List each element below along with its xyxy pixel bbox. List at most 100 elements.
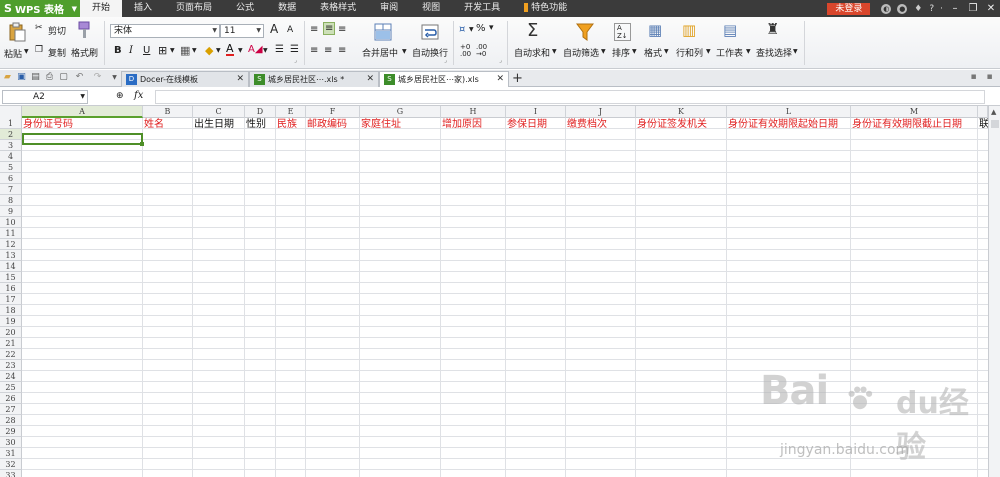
chevron-down-icon[interactable]: ▼ [706, 48, 711, 55]
cut-icon[interactable]: ✂ [35, 23, 43, 33]
underline-button[interactable]: U [143, 45, 150, 56]
scroll-up-icon[interactable]: ▲ [991, 108, 996, 116]
align-left-icon[interactable]: ≡ [310, 45, 318, 56]
formula-input[interactable] [155, 90, 985, 104]
menu-tab-6[interactable]: 审阅 [368, 0, 410, 17]
wrap-text-button[interactable]: 自动换行 [412, 46, 448, 59]
row-header-18[interactable]: 18 [0, 305, 22, 316]
border-icon[interactable]: ⊞ [158, 44, 167, 57]
header-cell-L[interactable]: 身份证有效期限起始日期 [727, 119, 838, 130]
row-header-4[interactable]: 4 [0, 151, 22, 162]
comma-style-icon[interactable]: ▾ [489, 23, 494, 33]
close-tab-icon[interactable]: ✕ [366, 72, 374, 87]
font-name-select[interactable]: 宋体 ▼ [110, 24, 220, 38]
row-header-7[interactable]: 7 [0, 184, 22, 195]
binoculars-icon[interactable]: ♜ [766, 20, 779, 38]
menu-tab-8[interactable]: 开发工具 [452, 0, 512, 17]
header-cell-K[interactable]: 身份证签发机关 [636, 119, 707, 130]
align-middle-icon[interactable]: ≡ [323, 22, 336, 35]
quick-access-dropdown-icon[interactable]: ▼ [109, 72, 120, 83]
print-icon[interactable]: ⎙ [44, 72, 55, 83]
menu-tab-0[interactable]: 开始 [80, 0, 123, 17]
row-header-30[interactable]: 30 [0, 437, 22, 448]
increase-font-button[interactable]: A [270, 22, 278, 36]
settings-icon[interactable]: ● [897, 3, 908, 14]
copy-button[interactable]: 复制 [48, 46, 66, 59]
autofilter-button[interactable]: 自动筛选 [563, 46, 599, 59]
row-header-29[interactable]: 29 [0, 426, 22, 437]
row-header-19[interactable]: 19 [0, 316, 22, 327]
row-header-24[interactable]: 24 [0, 371, 22, 382]
row-header-26[interactable]: 26 [0, 393, 22, 404]
row-header-9[interactable]: 9 [0, 206, 22, 217]
dialog-launcher-icon[interactable]: ⌟ [294, 57, 297, 64]
undo-icon[interactable]: ↶ [74, 72, 85, 83]
new-tab-button[interactable]: + [512, 71, 523, 86]
column-header-K[interactable]: K [636, 106, 727, 118]
chevron-down-icon[interactable]: ▼ [238, 47, 243, 54]
row-header-8[interactable]: 8 [0, 195, 22, 206]
row-header-1[interactable]: 1 [0, 118, 22, 129]
column-header-C[interactable]: C [193, 106, 245, 118]
row-header-3[interactable]: 3 [0, 140, 22, 151]
percent-button[interactable]: % [476, 23, 486, 34]
chevron-down-icon[interactable]: ▼ [192, 47, 197, 54]
format-button[interactable]: 格式 [644, 46, 662, 59]
paste-icon[interactable] [7, 22, 27, 42]
chevron-down-icon[interactable]: ▼ [664, 48, 669, 55]
row-header-5[interactable]: 5 [0, 162, 22, 173]
chevron-down-icon[interactable]: ▼ [263, 47, 268, 54]
column-header-I[interactable]: I [506, 106, 566, 118]
currency-icon[interactable]: ¤ [459, 24, 465, 35]
header-cell-C[interactable]: 出生日期 [193, 119, 234, 130]
cell-style-icon[interactable]: ▦ [180, 44, 190, 57]
merge-center-icon[interactable] [373, 22, 393, 42]
dialog-launcher-icon[interactable]: ⌟ [444, 57, 447, 64]
worksheet-icon[interactable]: ▤ [723, 21, 737, 39]
print-preview-icon[interactable]: ▤ [30, 72, 41, 83]
header-cell-J[interactable]: 缴费档次 [566, 119, 607, 130]
header-cell-B[interactable]: 姓名 [143, 119, 164, 130]
active-cell-a2[interactable] [22, 133, 143, 145]
chevron-down-icon[interactable]: ▼ [469, 26, 474, 33]
header-cell-F[interactable]: 邮政编码 [306, 119, 347, 130]
menu-tab-3[interactable]: 公式 [224, 0, 266, 17]
chevron-down-icon[interactable]: ▼ [793, 48, 798, 55]
decrease-decimal-icon[interactable]: .00 →0 [476, 44, 487, 58]
header-cell-A[interactable]: 身份证号码 [22, 119, 73, 130]
header-cell-G[interactable]: 家庭住址 [360, 119, 401, 130]
row-header-14[interactable]: 14 [0, 261, 22, 272]
row-header-11[interactable]: 11 [0, 228, 22, 239]
row-header-25[interactable]: 25 [0, 382, 22, 393]
scroll-thumb[interactable] [991, 120, 999, 128]
header-cell-M[interactable]: 身份证有效期限截止日期 [851, 119, 962, 130]
dialog-launcher-icon[interactable]: ⌟ [499, 57, 502, 64]
menu-tab-2[interactable]: 页面布局 [164, 0, 224, 17]
shirt-icon[interactable]: ♦ [913, 4, 923, 14]
tab-list-icon[interactable]: ▪ [968, 72, 979, 83]
cut-button[interactable]: 剪切 [48, 24, 66, 37]
indent-icon[interactable]: ☰ [275, 44, 284, 55]
align-center-icon[interactable]: ≡ [324, 45, 332, 56]
row-header-32[interactable]: 32 [0, 459, 22, 470]
font-color-icon[interactable]: A [226, 43, 234, 56]
paste-dropdown-icon[interactable]: ▼ [24, 48, 29, 55]
find-select-button[interactable]: 查找选择 [756, 46, 792, 59]
tab-menu-icon[interactable]: ▪ [984, 72, 995, 83]
save-icon[interactable]: ▣ [16, 72, 27, 83]
copy-icon[interactable]: ❐ [35, 45, 43, 55]
row-header-23[interactable]: 23 [0, 360, 22, 371]
decrease-font-button[interactable]: A [287, 25, 293, 35]
row-col-button[interactable]: 行和列 [676, 46, 703, 59]
skin-icon[interactable]: ◐ [881, 3, 892, 14]
app-menu-button[interactable]: S WPS 表格 ▼ [0, 0, 80, 17]
clear-format-icon[interactable]: A◢ [248, 44, 263, 55]
restore-icon[interactable]: ❐ [964, 3, 982, 14]
close-tab-icon[interactable]: ✕ [496, 72, 504, 87]
format-painter-icon[interactable] [76, 21, 92, 39]
column-header-next[interactable] [978, 106, 988, 118]
row-header-17[interactable]: 17 [0, 294, 22, 305]
column-header-M[interactable]: M [851, 106, 978, 118]
header-cell-E[interactable]: 民族 [276, 119, 297, 130]
row-header-6[interactable]: 6 [0, 173, 22, 184]
